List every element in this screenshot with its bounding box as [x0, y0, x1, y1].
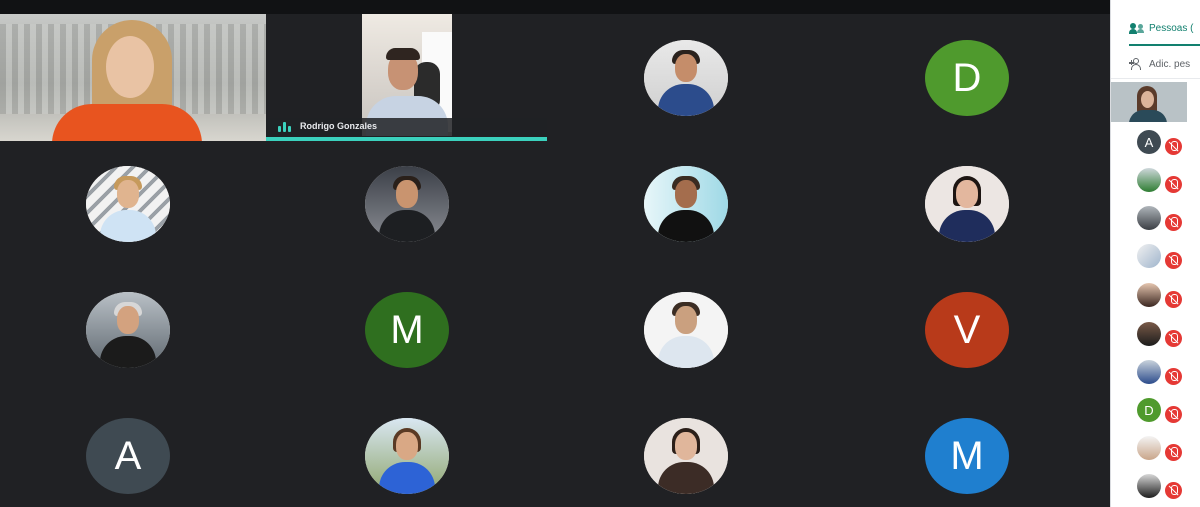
avatar-letter: V	[953, 307, 981, 352]
muted-mic-icon	[1165, 252, 1182, 269]
muted-mic-icon	[1165, 176, 1182, 193]
speaker-name: Rodrigo Gonzales	[300, 121, 378, 131]
participant-letter-avatar[interactable]: A	[86, 418, 170, 494]
participant-avatar[interactable]	[365, 166, 449, 242]
participant-letter-avatar[interactable]: D	[925, 40, 1009, 116]
muted-mic-icon	[1165, 482, 1182, 499]
muted-mic-icon	[1165, 330, 1182, 347]
participant-avatar[interactable]	[86, 166, 170, 242]
participant-avatar[interactable]	[925, 166, 1009, 242]
participant-list-item[interactable]	[1135, 168, 1195, 198]
window-top-bar	[0, 0, 1110, 14]
tab-people[interactable]: Pessoas (	[1129, 22, 1193, 34]
participant-letter-avatar[interactable]: V	[925, 292, 1009, 368]
muted-mic-icon	[1165, 214, 1182, 231]
participant-list-item[interactable]	[1135, 360, 1195, 390]
muted-mic-icon	[1165, 406, 1182, 423]
participant-avatar[interactable]	[644, 166, 728, 242]
participant-letter-avatar[interactable]: M	[925, 418, 1009, 494]
avatar-letter: M	[390, 307, 424, 352]
participant-avatar[interactable]	[644, 292, 728, 368]
participant-list-avatar	[1137, 474, 1161, 498]
participant-list-avatar	[1137, 436, 1161, 460]
participant-list-item[interactable]	[1135, 436, 1195, 466]
participant-list-avatar	[1137, 206, 1161, 230]
participant-list-item[interactable]	[1135, 283, 1195, 313]
participant-video-face	[106, 36, 154, 98]
self-video-preview[interactable]	[1111, 82, 1187, 122]
participant-avatar[interactable]	[644, 418, 728, 494]
muted-mic-icon	[1165, 444, 1182, 461]
participant-grid: Rodrigo Gonzales D M V A M	[0, 14, 1110, 507]
participant-list-item[interactable]: A	[1135, 130, 1195, 160]
active-tab-indicator	[1129, 44, 1200, 46]
muted-mic-icon	[1165, 368, 1182, 385]
add-person-icon	[1129, 58, 1145, 70]
participant-list-letter: D	[1144, 402, 1154, 418]
participant-list-avatar	[1137, 360, 1161, 384]
sidebar-divider	[1111, 78, 1200, 79]
self-video-face	[1141, 91, 1154, 108]
participant-video-clothing	[52, 104, 202, 141]
speaking-highlight-bar	[266, 137, 547, 141]
add-people-button[interactable]: Adic. pes	[1129, 58, 1190, 70]
participant-list-item[interactable]	[1135, 244, 1195, 274]
participant-list-avatar	[1137, 283, 1161, 307]
participant-list-item[interactable]	[1135, 322, 1195, 352]
participant-avatar[interactable]	[86, 292, 170, 368]
speaker-hair	[386, 48, 420, 60]
avatar-letter: M	[950, 433, 984, 478]
participant-list-avatar	[1137, 168, 1161, 192]
self-video-body	[1129, 110, 1167, 122]
participant-list-avatar: D	[1137, 398, 1161, 422]
participant-video-tile[interactable]	[0, 14, 266, 141]
active-speaker-tile[interactable]: Rodrigo Gonzales	[266, 14, 547, 141]
add-people-label: Adic. pes	[1149, 58, 1191, 70]
tab-people-label: Pessoas (	[1149, 22, 1194, 34]
muted-mic-icon	[1165, 291, 1182, 308]
participant-list-letter: A	[1144, 134, 1154, 150]
people-sidebar: Pessoas ( Adic. pes A D	[1110, 0, 1200, 507]
participant-letter-avatar[interactable]: M	[365, 292, 449, 368]
participant-list-item[interactable]	[1135, 474, 1195, 504]
avatar-letter: D	[952, 55, 982, 100]
speaking-indicator-icon	[278, 122, 292, 132]
people-icon	[1129, 22, 1145, 34]
participant-list-avatar	[1137, 322, 1161, 346]
participant-list-avatar	[1137, 244, 1161, 268]
muted-mic-icon	[1165, 138, 1182, 155]
participant-list-avatar: A	[1137, 130, 1161, 154]
avatar-letter: A	[114, 433, 142, 478]
participant-list-item[interactable]	[1135, 206, 1195, 236]
participant-avatar[interactable]	[365, 418, 449, 494]
participant-list-item[interactable]: D	[1135, 398, 1195, 428]
participant-avatar[interactable]	[644, 40, 728, 116]
